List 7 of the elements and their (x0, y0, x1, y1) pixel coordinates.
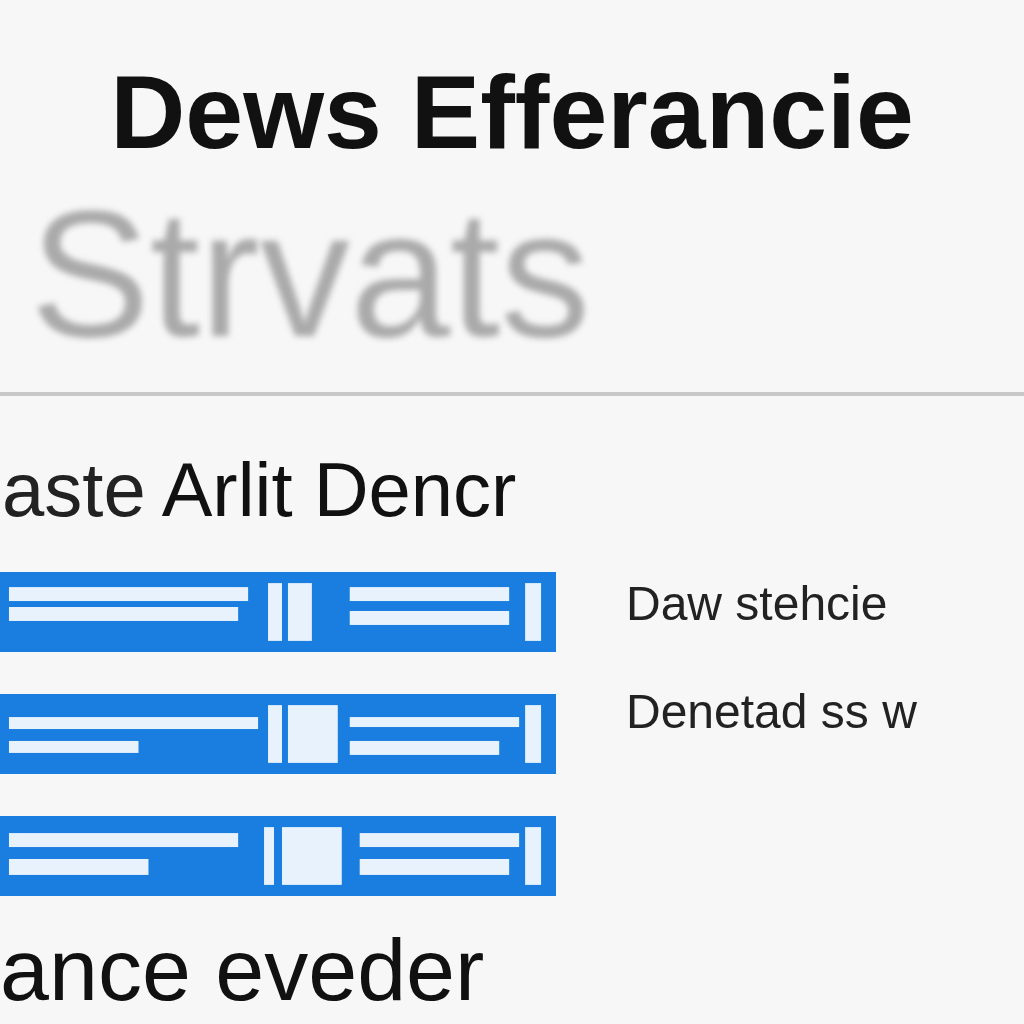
page-title: Dews Efferancie (110, 60, 914, 164)
heading-prefix: aste (2, 452, 146, 528)
side-label: Denetad ss w (626, 688, 917, 736)
side-label: Daw stehcie (626, 580, 889, 628)
section-heading: Arlit Dencr (161, 452, 517, 528)
blurred-subtitle: Strvats (30, 184, 591, 364)
footer-text: ance eveder (0, 926, 486, 1014)
